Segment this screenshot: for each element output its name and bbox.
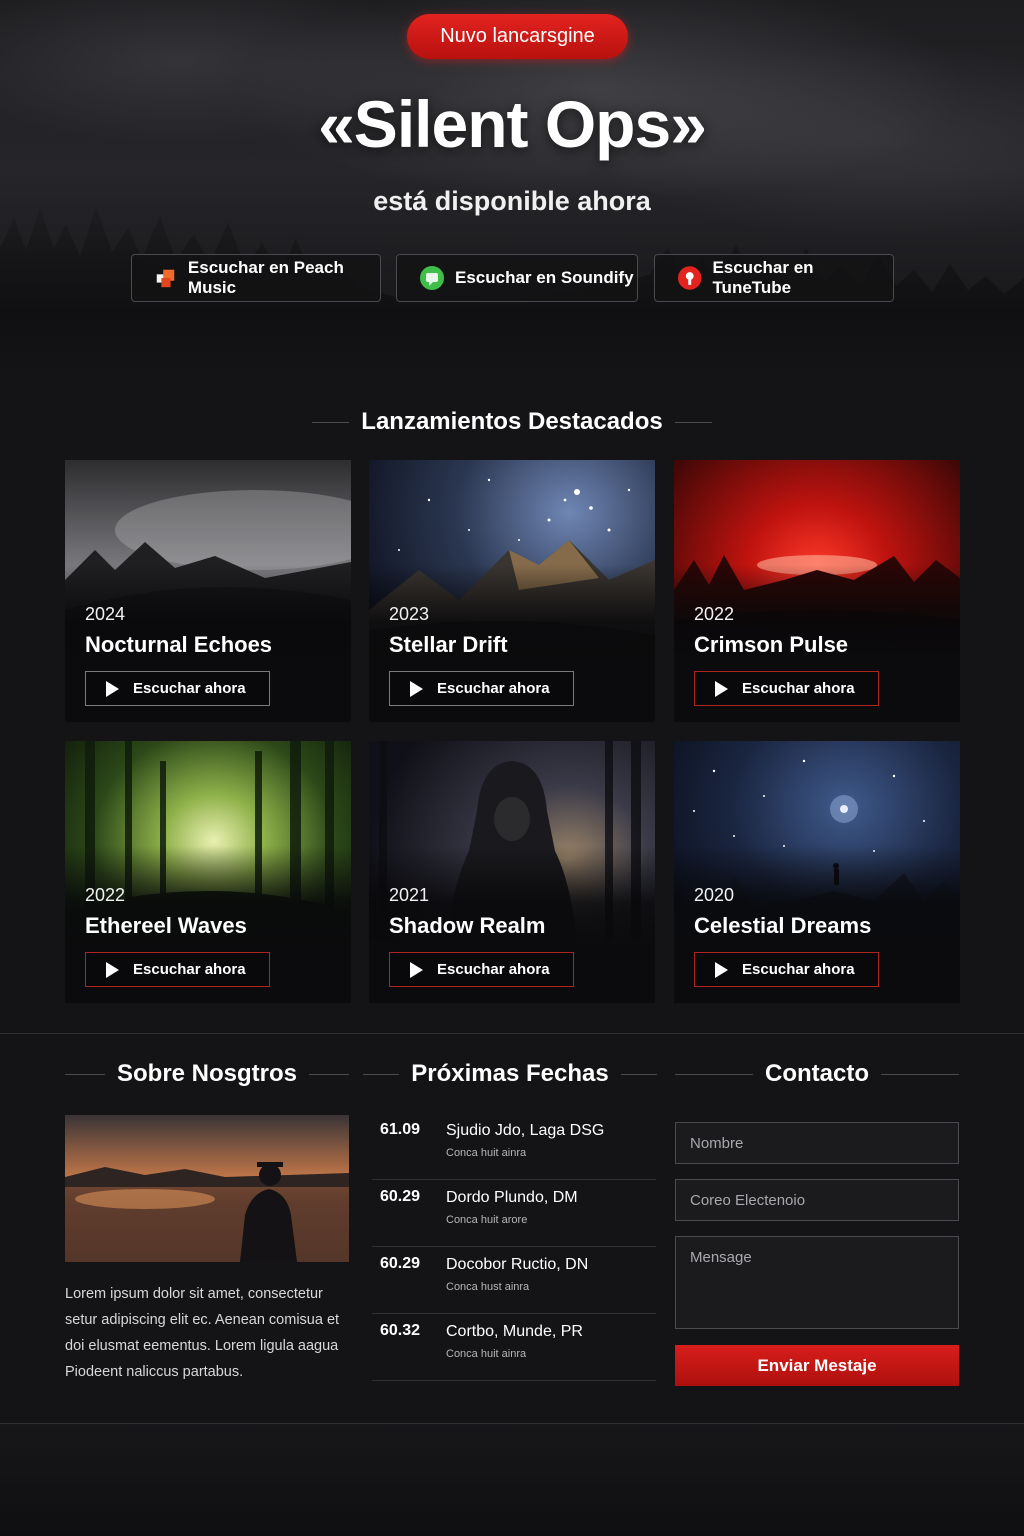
section-divider (0, 1033, 1024, 1034)
release-year: 2020 (694, 885, 735, 905)
listen-now-button[interactable]: Escuchar ahora (694, 671, 879, 706)
tunetube-label: Escuchar en TuneTube (712, 258, 814, 297)
contact-heading: Contacto (675, 1060, 959, 1088)
soundify-label: Escuchar en Soundify (455, 268, 634, 287)
heading-rule (620, 1073, 657, 1075)
listen-now-label: Escuchar ahora (742, 680, 855, 697)
contact-heading-text: Contacto (765, 1060, 869, 1087)
message-field[interactable] (675, 1236, 959, 1329)
hero-title: «Silent Ops» (318, 87, 707, 161)
peach-music-button[interactable]: Escuchar en Peach Music (131, 254, 381, 302)
heading-rule (65, 1073, 105, 1075)
footer-band (0, 1424, 1024, 1536)
soundify-icon (420, 266, 444, 290)
release-year: 2024 (85, 604, 126, 624)
releases-heading-text: Lanzamientos Destacados (361, 408, 663, 435)
listen-now-label: Escuchar ahora (133, 680, 246, 697)
dates-heading-text: Próximas Fechas (411, 1060, 609, 1087)
release-card[interactable]: 2022 Ethereel Waves Escuchar ahora (65, 741, 351, 1003)
release-card[interactable]: 2024 Nocturnal Echoes Escuchar ahora (65, 460, 351, 722)
tour-date-row[interactable]: 61.09 Sjudio Jdo, Laga DSG Conca huit ai… (372, 1113, 656, 1180)
new-release-badge: Nuvo lancarsgine (407, 14, 628, 59)
play-icon (106, 961, 119, 978)
release-card[interactable]: 2021 Shadow Realm Escuchar ahora (369, 741, 655, 1003)
tour-location: Docobor Ructio, DN (446, 1256, 589, 1273)
email-field[interactable] (675, 1179, 959, 1221)
release-title: Stellar Drift (389, 632, 508, 657)
release-card[interactable]: 2020 Celestial Dreams Escuchar ahora (674, 741, 960, 1003)
about-photo (65, 1115, 349, 1262)
tour-location: Cortbo, Munde, PR (446, 1323, 583, 1340)
send-message-button[interactable]: Enviar Mestaje (675, 1345, 959, 1386)
peach-music-label: Escuchar en Peach Music (187, 258, 344, 297)
play-icon (410, 680, 423, 697)
about-heading: Sobre Nosgtros (65, 1060, 349, 1088)
about-heading-text: Sobre Nosgtros (116, 1060, 298, 1087)
tour-date: 60.29 (380, 1188, 421, 1205)
release-title: Celestial Dreams (694, 913, 872, 938)
listen-now-button[interactable]: Escuchar ahora (85, 952, 270, 987)
heading-rule (363, 1073, 400, 1075)
tour-date: 61.09 (380, 1121, 421, 1138)
release-card[interactable]: 2023 Stellar Drift Escuchar ahora (369, 460, 655, 722)
dates-heading: Próximas Fechas (363, 1060, 657, 1088)
tour-ticket-link[interactable]: Conca huit ainra (446, 1147, 526, 1159)
name-field[interactable] (675, 1122, 959, 1164)
listen-now-button[interactable]: Escuchar ahora (389, 671, 574, 706)
tunetube-button[interactable]: Escuchar en TuneTube (654, 254, 894, 302)
play-icon (715, 961, 728, 978)
hero-section: Nuvo lancarsgine «Silent Ops» está dispo… (0, 0, 1024, 378)
heading-rule (881, 1073, 959, 1075)
listen-now-label: Escuchar ahora (742, 961, 855, 978)
listen-now-button[interactable]: Escuchar ahora (694, 952, 879, 987)
tour-ticket-link[interactable]: Conca huit arore (446, 1214, 527, 1226)
heading-rule (312, 421, 350, 423)
release-title: Crimson Pulse (694, 632, 849, 657)
tunetube-icon (677, 266, 702, 290)
peach-music-icon (156, 269, 175, 288)
release-title: Shadow Realm (389, 913, 546, 938)
tour-date: 60.32 (380, 1322, 421, 1339)
play-icon (715, 680, 728, 697)
release-year: 2022 (694, 604, 735, 624)
tour-location: Dordo Plundo, DM (446, 1189, 578, 1206)
soundify-button[interactable]: Escuchar en Soundify (396, 254, 638, 302)
play-icon (410, 961, 423, 978)
tour-ticket-link[interactable]: Conca huit ainra (446, 1348, 526, 1360)
heading-rule (675, 1073, 753, 1075)
listen-now-label: Escuchar ahora (437, 961, 550, 978)
release-year: 2022 (85, 885, 126, 905)
release-title: Ethereel Waves (85, 913, 247, 938)
tour-date-row[interactable]: 60.29 Dordo Plundo, DM Conca huit arore (372, 1180, 656, 1247)
release-card[interactable]: 2022 Crimson Pulse Escuchar ahora (674, 460, 960, 722)
listen-now-label: Escuchar ahora (133, 961, 246, 978)
release-year: 2021 (389, 885, 430, 905)
heading-rule (674, 421, 712, 423)
heading-rule (309, 1073, 349, 1075)
release-title: Nocturnal Echoes (85, 632, 273, 657)
tour-date-row[interactable]: 60.29 Docobor Ructio, DN Conca hust ainr… (372, 1247, 656, 1314)
tour-location: Sjudio Jdo, Laga DSG (446, 1122, 605, 1139)
releases-heading: Lanzamientos Destacados (312, 408, 712, 436)
listen-now-label: Escuchar ahora (437, 680, 550, 697)
listen-now-button[interactable]: Escuchar ahora (85, 671, 270, 706)
listen-now-button[interactable]: Escuchar ahora (389, 952, 574, 987)
hero-subtitle: está disponible ahora (373, 186, 651, 216)
tour-date-row[interactable]: 60.32 Cortbo, Munde, PR Conca huit ainra (372, 1314, 656, 1381)
about-text: Lorem ipsum dolor sit amet, consectetur … (65, 1286, 340, 1380)
release-year: 2023 (389, 604, 430, 624)
play-icon (106, 680, 119, 697)
tour-ticket-link[interactable]: Conca hust ainra (446, 1281, 529, 1293)
about-image-art (65, 1115, 349, 1262)
tour-date: 60.29 (380, 1255, 421, 1272)
